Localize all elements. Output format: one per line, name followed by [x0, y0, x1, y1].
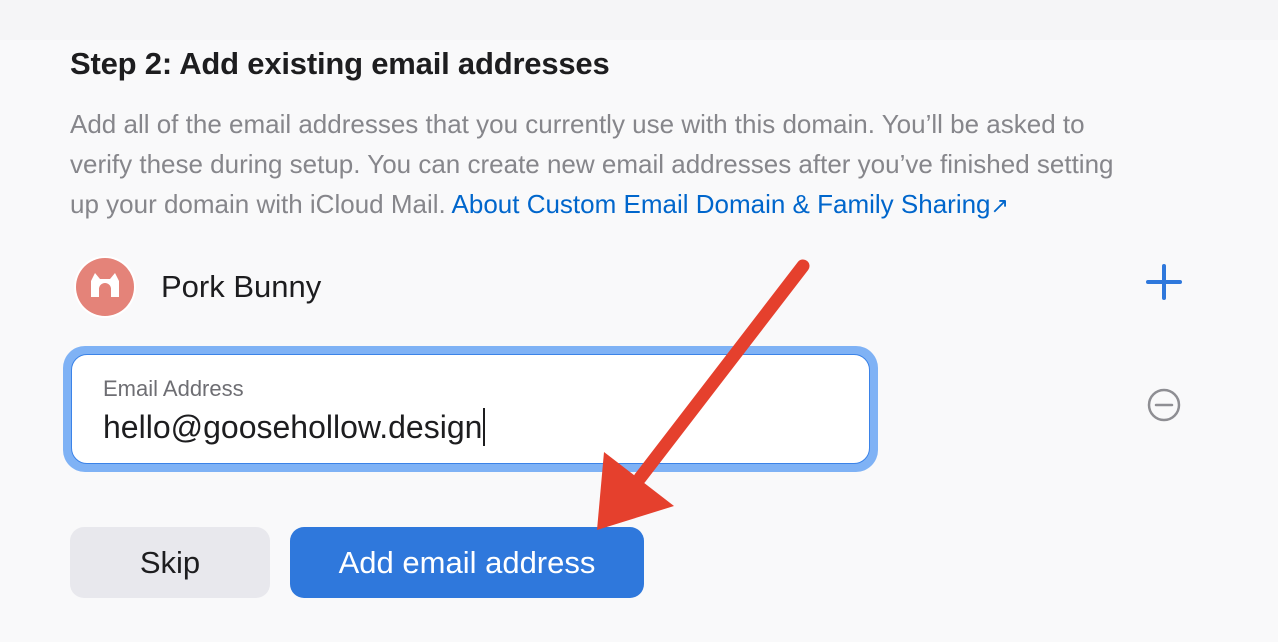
top-band — [0, 0, 1278, 40]
remove-email-button[interactable] — [1145, 386, 1183, 424]
about-custom-domain-link[interactable]: About Custom Email Domain & Family Shari… — [452, 189, 1009, 219]
email-field-label: Email Address — [103, 376, 244, 401]
external-link-arrow-icon: ↗ — [990, 193, 1009, 218]
provider-name: Pork Bunny — [161, 269, 322, 304]
skip-button[interactable]: Skip — [70, 527, 270, 598]
page-title: Step 2: Add existing email addresses — [70, 46, 610, 81]
description-text: up your domain with iCloud Mail. — [70, 189, 446, 219]
text-caret — [483, 408, 486, 446]
link-label: About Custom Email Domain & Family Shari… — [451, 189, 991, 219]
email-field-value[interactable]: hello@goosehollow.design — [103, 408, 486, 446]
description-line: Add all of the email addresses that you … — [70, 109, 1085, 139]
provider-row: Pork Bunny — [76, 258, 321, 316]
description-line: verify these during setup. You can creat… — [70, 149, 1114, 179]
step-description: Add all of the email addresses that you … — [70, 104, 1210, 226]
email-value-text: hello@goosehollow.design — [103, 408, 483, 445]
minus-circle-icon — [1147, 388, 1181, 422]
add-email-plus-button[interactable] — [1144, 262, 1184, 302]
porkbunny-logo-icon — [76, 258, 134, 316]
description-line: up your domain with iCloud Mail. About C… — [70, 184, 1210, 226]
plus-icon — [1146, 264, 1182, 300]
add-email-address-button[interactable]: Add email address — [290, 527, 644, 598]
